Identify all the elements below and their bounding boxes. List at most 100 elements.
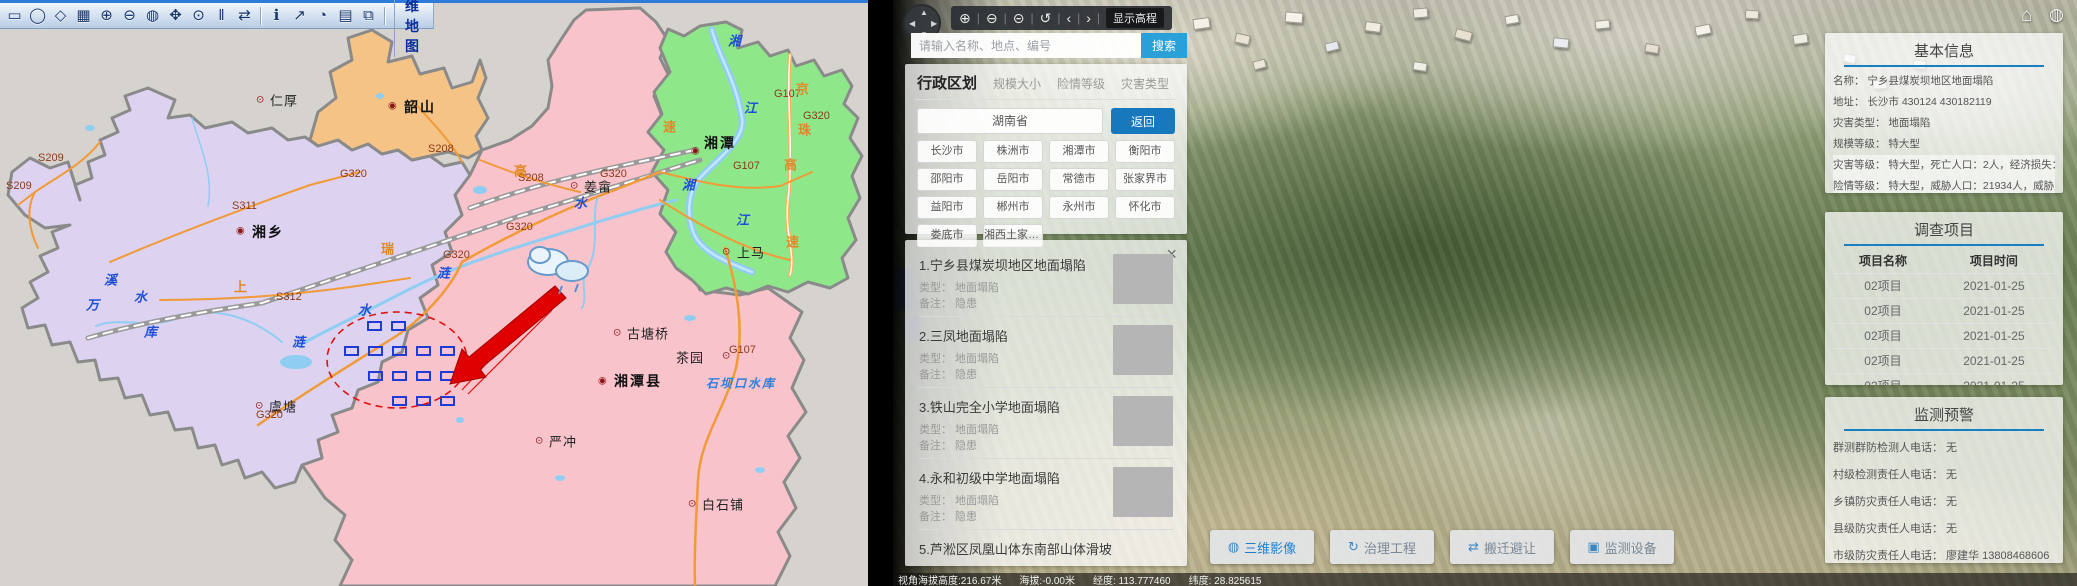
list-divider — [919, 316, 1173, 317]
layer-button-label: 三维影像 — [1244, 538, 1296, 557]
province-button[interactable]: 湖南省 — [917, 108, 1103, 134]
title-underline — [1844, 244, 2044, 246]
city-button[interactable]: 常德市 — [1049, 168, 1109, 191]
survey-projects-panel: 调查项目 项目名称 项目时间 02项目2021-01-2502项目2021-01… — [1825, 212, 2063, 385]
globe-icon[interactable]: ◍ — [2049, 5, 2064, 25]
layer-button-搬迁避让[interactable]: ⇄搬迁避让 — [1450, 530, 1554, 564]
pan-left-icon[interactable]: ‹ — [1066, 10, 1071, 26]
monitor-row: 村级检测责任人电话： 无 — [1833, 462, 2055, 489]
city-button[interactable]: 张家界市 — [1115, 168, 1175, 191]
tab-规模大小[interactable]: 规模大小 — [993, 75, 1041, 92]
layer-button-三维影像[interactable]: ◍ 三维影像 — [1210, 530, 1314, 564]
tab-灾害类型[interactable]: 灾害类型 — [1121, 75, 1169, 92]
search-input[interactable] — [911, 33, 1141, 58]
layer-button-label: 监测设备 — [1605, 538, 1657, 557]
hazard-list-panel: × 1.宁乡县煤炭坝地区地面塌陷类型： 地面塌陷备注： 隐患2.三凤地面塌陷类型… — [905, 240, 1187, 566]
viewer-3d-pane[interactable]: ▲ ▼ ◀ ▶ ⊕|⊖|⊝|↺|‹|› | 显示高程 搜索 行政区划规模大小险情… — [893, 0, 2077, 586]
globe-icon: ◍ — [1228, 539, 1239, 555]
swap-layers-icon[interactable]: ⇄ — [234, 5, 255, 27]
compass-west-icon[interactable]: ◀ — [909, 19, 915, 28]
tab-行政区划[interactable]: 行政区划 — [917, 72, 977, 93]
hazard-list-item[interactable]: 3.铁山完全小学地面塌陷类型： 地面塌陷备注： 隐患 — [919, 392, 1173, 454]
project-name-cell: 02项目 — [1833, 349, 1933, 373]
hazard-list-item[interactable]: 1.宁乡县煤炭坝地区地面塌陷类型： 地面塌陷备注： 隐患 — [919, 250, 1173, 312]
admin-division-panel: 行政区划规模大小险情等级灾害类型 湖南省 返回 长沙市株洲市湘潭市衡阳市邵阳市岳… — [905, 64, 1187, 234]
city-button[interactable]: 衡阳市 — [1115, 140, 1175, 163]
city-button[interactable]: 株洲市 — [983, 140, 1043, 163]
map-toolbar: ▭◯◇▦⊕⊖◍✥⊙‖⇄ℹ↗◔▤⧉ 二维地图 — [0, 3, 434, 29]
export-icon[interactable]: ↗ — [289, 5, 310, 27]
toolbar-separator — [260, 7, 261, 25]
home-icon[interactable]: ⌂ — [2021, 5, 2032, 27]
pan-icon[interactable]: ✥ — [165, 5, 186, 27]
hazard-thumbnail[interactable] — [1113, 325, 1173, 375]
zoom-in-icon[interactable]: ⊕ — [959, 10, 971, 27]
survey-table-row[interactable]: 02项目2021-01-25 — [1833, 373, 2055, 385]
city-button[interactable]: 永州市 — [1049, 196, 1109, 219]
basic-info-panel: 基本信息 名称： 宁乡县煤炭坝地区地面塌陷地址： 长沙市 430124 4301… — [1825, 33, 2063, 193]
print-icon[interactable]: ⧉ — [358, 5, 379, 27]
show-elevation-button[interactable]: 显示高程 — [1106, 8, 1164, 28]
panel-title: 调查项目 — [1833, 216, 2055, 244]
hazard-list-item[interactable]: 4.永和初级中学地面塌陷类型： 地面塌陷备注： 隐患 — [919, 463, 1173, 525]
filter-tabs: 行政区划规模大小险情等级灾害类型 — [915, 70, 1177, 100]
hazard-thumbnail[interactable] — [1113, 254, 1173, 304]
monitor-row: 乡镇防灾责任人电话： 无 — [1833, 489, 2055, 516]
clock-icon[interactable]: ◔ — [312, 5, 333, 27]
zoom-in-icon[interactable]: ⊕ — [96, 5, 117, 27]
toolbar-separator: | — [1057, 11, 1060, 25]
reset-view-icon[interactable]: ↺ — [1040, 10, 1052, 27]
city-button[interactable]: 湘潭市 — [1049, 140, 1109, 163]
survey-table-row[interactable]: 02项目2021-01-25 — [1833, 348, 2055, 373]
city-button[interactable]: 长沙市 — [917, 140, 977, 163]
status-item: 纬度: 28.825615 — [1189, 572, 1262, 586]
compass-north-icon[interactable]: ▲ — [920, 8, 928, 17]
project-name-cell: 02项目 — [1833, 274, 1933, 298]
status-item: 经度: 113.777460 — [1093, 572, 1171, 586]
zoom-out-icon[interactable]: ⊖ — [986, 10, 998, 27]
hazard-thumbnail[interactable] — [1113, 467, 1173, 517]
globe-icon[interactable]: ◍ — [142, 5, 163, 27]
reduce-icon[interactable]: ⊝ — [1013, 10, 1025, 27]
city-button[interactable]: 益阳市 — [917, 196, 977, 219]
info-row: 灾害类型： 地面塌陷 — [1833, 113, 2055, 134]
status-bar: 视角海拔高度:216.67米海拔:-0.00米经度: 113.777460纬度:… — [893, 573, 2077, 586]
city-button[interactable]: 郴州市 — [983, 196, 1043, 219]
info-row: 险情等级： 特大型，威胁人口：21934人，威胁财产... — [1833, 176, 2055, 193]
list-divider — [919, 458, 1173, 459]
compass-east-icon[interactable]: ▶ — [931, 19, 937, 28]
measure-distance-icon[interactable]: ▭ — [4, 5, 25, 27]
grid-icon[interactable]: ▦ — [73, 5, 94, 27]
city-grid: 长沙市株洲市湘潭市衡阳市邵阳市岳阳市常德市张家界市益阳市郴州市永州市怀化市娄底市… — [917, 140, 1175, 247]
info-row: 灾害等级： 特大型，死亡人口：2人，经济损失：250... — [1833, 155, 2055, 176]
city-button[interactable]: 怀化市 — [1115, 196, 1175, 219]
survey-table-row[interactable]: 02项目2021-01-25 — [1833, 298, 2055, 323]
panel-title: 监测预警 — [1833, 401, 2055, 429]
back-button[interactable]: 返回 — [1111, 108, 1175, 134]
viewer-toolbar: ⊕|⊖|⊝|↺|‹|› | 显示高程 — [951, 6, 1172, 30]
column-project-date: 项目时间 — [1933, 252, 2055, 269]
pause-icon[interactable]: ‖ — [211, 5, 232, 27]
tab-险情等级[interactable]: 险情等级 — [1057, 75, 1105, 92]
survey-table-row[interactable]: 02项目2021-01-25 — [1833, 273, 2055, 298]
pan-right-icon[interactable]: › — [1086, 10, 1091, 26]
info-icon[interactable]: ℹ — [266, 5, 287, 27]
measure-polygon-icon[interactable]: ◇ — [50, 5, 71, 27]
hazard-list-item[interactable]: 2.三凤地面塌陷类型： 地面塌陷备注： 隐患 — [919, 321, 1173, 383]
survey-table-row[interactable]: 02项目2021-01-25 — [1833, 323, 2055, 348]
city-button[interactable]: 邵阳市 — [917, 168, 977, 191]
layer-buttons-bar: ◍ 三维影像 ↻治理工程 ⇄搬迁避让 ▣监测设备 — [893, 530, 2077, 566]
save-icon[interactable]: ▤ — [335, 5, 356, 27]
measure-circle-icon[interactable]: ◯ — [27, 5, 48, 27]
project-date-cell: 2021-01-25 — [1933, 374, 2055, 385]
search-button[interactable]: 搜索 — [1141, 33, 1187, 58]
layer-button-监测设备[interactable]: ▣监测设备 — [1570, 530, 1674, 564]
city-button[interactable]: 岳阳市 — [983, 168, 1043, 191]
hazard-thumbnail[interactable] — [1113, 396, 1173, 446]
search-bar: 搜索 — [911, 33, 1187, 58]
map-canvas[interactable] — [0, 0, 868, 586]
layer-button-治理工程[interactable]: ↻治理工程 — [1330, 530, 1434, 564]
zoom-out-icon[interactable]: ⊖ — [119, 5, 140, 27]
zoom-history-icon[interactable]: ⊙ — [188, 5, 209, 27]
toolbar-separator: | — [1077, 11, 1080, 25]
